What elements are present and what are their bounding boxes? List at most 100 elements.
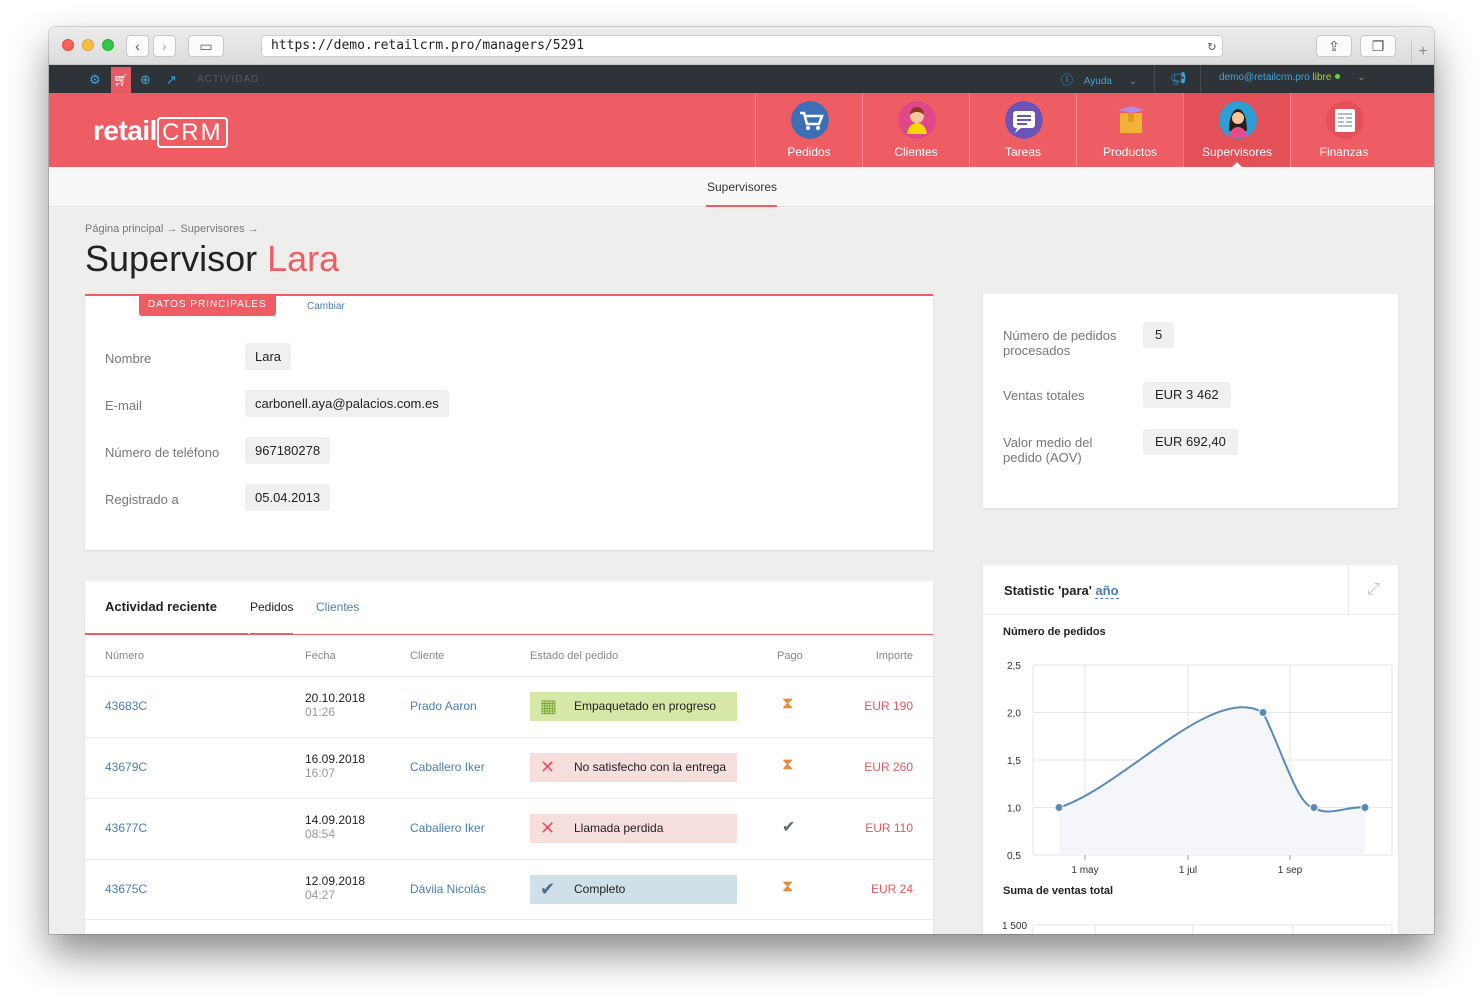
stat-label-orders: Número de pedidos procesados bbox=[1003, 328, 1117, 358]
order-number-link[interactable]: 43675C bbox=[105, 882, 147, 896]
order-date-day: 14.09.2018 bbox=[305, 813, 366, 827]
stat-label-aov: Valor medio del pedido (AOV) bbox=[1003, 435, 1093, 465]
browser-window: ‹ › ▭ https://demo.retailcrm.pro/manager… bbox=[49, 27, 1434, 934]
customer-icon bbox=[898, 101, 936, 139]
module-finanzas[interactable]: Finanzas bbox=[1290, 93, 1397, 167]
change-link[interactable]: Cambiar bbox=[307, 301, 345, 312]
order-status-badge: ✔ Completo bbox=[530, 875, 737, 904]
subnav-item-supervisores[interactable]: Supervisores bbox=[707, 180, 777, 194]
tab-datos-principales[interactable]: DATOS PRINCIPALES bbox=[139, 294, 276, 316]
client-link[interactable]: Prado Aaron bbox=[410, 699, 477, 713]
column-header-status: Estado del pedido bbox=[530, 650, 619, 662]
help-link[interactable]: ⓘ Ayuda ⌄ bbox=[1061, 71, 1137, 88]
tabs-overview-icon[interactable]: ❐ bbox=[1360, 35, 1396, 57]
zoom-window-button[interactable] bbox=[102, 39, 114, 51]
help-label: Ayuda bbox=[1083, 76, 1112, 87]
data-point bbox=[1360, 803, 1370, 812]
cross-icon: ✕ bbox=[540, 818, 556, 838]
module-supervisores[interactable]: Supervisores bbox=[1183, 93, 1290, 168]
url-text: https://demo.retailcrm.pro/managers/5291 bbox=[271, 38, 585, 53]
y-tick-label: 1,0 bbox=[1007, 804, 1021, 815]
finance-icon bbox=[1326, 101, 1364, 139]
sidebar-toggle-icon[interactable]: ▭ bbox=[188, 35, 224, 57]
order-number-link[interactable]: 43683C bbox=[105, 699, 147, 713]
reload-icon[interactable]: ↻ bbox=[1208, 36, 1216, 56]
check-icon: ✔ bbox=[782, 819, 796, 836]
breadcrumb[interactable]: Página principal → Supervisores → bbox=[85, 223, 259, 235]
tab-clientes[interactable]: Clientes bbox=[316, 600, 359, 614]
tab-pedidos[interactable]: Pedidos bbox=[250, 600, 293, 614]
back-icon[interactable]: ‹ bbox=[126, 35, 149, 57]
settings-icon[interactable]: ⚙ bbox=[89, 72, 101, 88]
stat-label-sales: Ventas totales bbox=[1003, 388, 1085, 403]
browser-titlebar: ‹ › ▭ https://demo.retailcrm.pro/manager… bbox=[49, 27, 1434, 65]
order-status-label: Empaquetado en progreso bbox=[574, 699, 717, 713]
help-icon: ⓘ bbox=[1061, 73, 1074, 87]
target-icon[interactable]: ⊕ bbox=[140, 72, 151, 88]
module-label: Pedidos bbox=[787, 145, 831, 159]
megaphone-icon[interactable]: 📢︎ bbox=[1170, 71, 1187, 87]
statistics-title-prefix: Statistic 'para' bbox=[1004, 583, 1092, 598]
order-number-link[interactable]: 43677C bbox=[105, 821, 147, 835]
data-point bbox=[1309, 803, 1319, 812]
close-window-button[interactable] bbox=[62, 39, 74, 51]
retailcrm-logo[interactable]: retail CRM bbox=[93, 115, 228, 148]
user-menu[interactable]: demo@retailcrm.pro libre ⌄ bbox=[1219, 72, 1366, 83]
module-tareas[interactable]: Tareas bbox=[969, 93, 1076, 167]
share-icon[interactable]: ⇪ bbox=[1316, 35, 1352, 57]
logo-text: retail bbox=[93, 115, 157, 146]
boxes-icon: ▦ bbox=[540, 696, 558, 716]
minimize-window-button[interactable] bbox=[82, 39, 94, 51]
order-number-link[interactable]: 43679C bbox=[105, 760, 147, 774]
address-bar[interactable]: https://demo.retailcrm.pro/managers/5291… bbox=[261, 35, 1223, 57]
activity-title: Actividad reciente bbox=[105, 599, 217, 614]
crm-header: retail CRM Pedidos Clientes Tareas Produc… bbox=[49, 93, 1434, 168]
chevron-down-icon: ⌄ bbox=[1128, 76, 1138, 87]
client-link[interactable]: Caballero Iker bbox=[410, 821, 485, 835]
statistics-header: Statistic 'para' año ⤢ bbox=[983, 565, 1398, 615]
forward-icon[interactable]: › bbox=[153, 35, 176, 57]
analytics-icon[interactable]: ↗ bbox=[166, 72, 177, 88]
module-clientes[interactable]: Clientes bbox=[862, 93, 969, 167]
order-date: 12.09.2018 04:27 bbox=[305, 874, 365, 902]
data-point bbox=[1258, 708, 1268, 717]
period-selector[interactable]: año bbox=[1095, 583, 1119, 599]
field-label-email: E-mail bbox=[105, 398, 142, 413]
order-amount: EUR 260 bbox=[864, 760, 913, 774]
stats-card: Número de pedidos procesados 5 Ventas to… bbox=[983, 294, 1398, 508]
order-date-day: 20.10.2018 bbox=[305, 691, 366, 705]
field-value-phone: 967180278 bbox=[245, 437, 331, 464]
y-tick-label: 2,5 bbox=[1007, 661, 1021, 672]
client-link[interactable]: Caballero Iker bbox=[410, 760, 485, 774]
page-title: Supervisor Lara bbox=[85, 238, 339, 280]
data-point bbox=[1054, 803, 1064, 812]
table-row: 43677C 14.09.2018 08:54 Caballero Iker ✕ … bbox=[85, 798, 933, 859]
stat-value-sales: EUR 3 462 bbox=[1143, 382, 1231, 408]
field-value-name: Lara bbox=[245, 343, 292, 370]
expand-icon[interactable]: ⤢ bbox=[1348, 565, 1398, 615]
field-label-phone: Número de teléfono bbox=[105, 445, 220, 460]
order-status-label: Llamada perdida bbox=[574, 821, 664, 835]
order-date-time: 08:54 bbox=[305, 827, 336, 841]
activity-label[interactable]: ACTIVIDAD bbox=[197, 74, 259, 85]
statistics-title: Statistic 'para' año bbox=[1004, 583, 1119, 599]
crm-topbar: ⚙ 🛒︎ ⊕ ↗ ACTIVIDAD ⓘ Ayuda ⌄ 📢︎ demo@ret… bbox=[49, 65, 1434, 93]
new-tab-icon[interactable]: + bbox=[1411, 41, 1434, 65]
module-productos[interactable]: Productos bbox=[1076, 93, 1183, 167]
status-dot bbox=[1335, 74, 1341, 79]
module-pedidos[interactable]: Pedidos bbox=[755, 93, 862, 167]
field-label-registered: Registrado a bbox=[105, 492, 179, 507]
client-link[interactable]: Dávila Nicolás bbox=[410, 882, 486, 896]
statistics-card: Statistic 'para' año ⤢ Número de pedidos… bbox=[983, 565, 1398, 934]
column-header-client: Cliente bbox=[410, 650, 445, 662]
order-date-day: 16.09.2018 bbox=[305, 752, 366, 766]
table-row: 43683C 20.10.2018 01:26 Prado Aaron ▦ Emp… bbox=[85, 676, 933, 737]
recent-activity-card: Actividad reciente Pedidos Clientes Núme… bbox=[85, 581, 933, 934]
table-row: 43679C 16.09.2018 16:07 Caballero Iker ✕ … bbox=[85, 737, 933, 798]
order-date: 14.09.2018 08:54 bbox=[305, 813, 365, 841]
divider bbox=[1200, 65, 1201, 93]
field-label-name: Nombre bbox=[105, 351, 152, 366]
stat-value-orders: 5 bbox=[1143, 322, 1175, 348]
cart-icon[interactable]: 🛒︎ bbox=[111, 67, 131, 93]
supervisor-icon bbox=[1219, 101, 1257, 139]
